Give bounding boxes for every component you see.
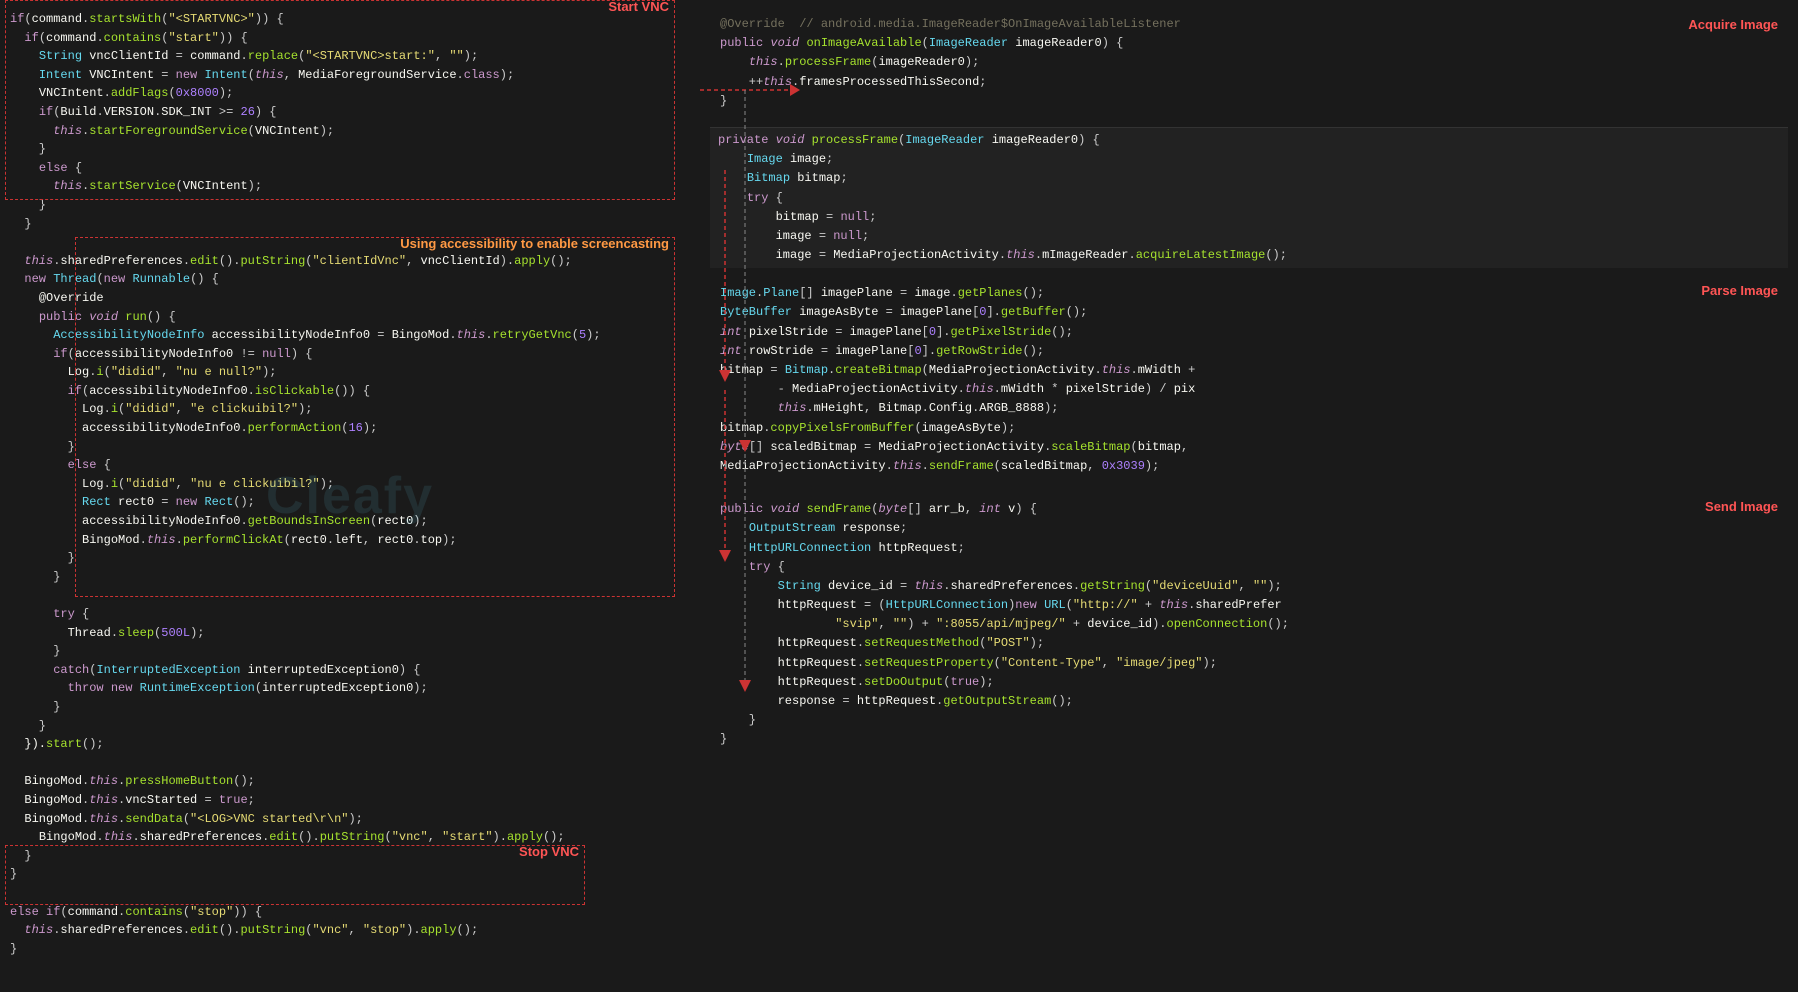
- send-image-label: Send Image: [1705, 497, 1778, 518]
- parse-image-label: Parse Image: [1701, 281, 1778, 302]
- right-code-panel: Acquire Image @Override // android.media…: [700, 0, 1798, 992]
- left-code-panel: Cleafy if(command.startsWith("<STARTVNC>…: [0, 0, 700, 992]
- send-image-code: public void sendFrame(byte[] arr_b, int …: [720, 500, 1778, 749]
- acquire-image-block: Acquire Image @Override // android.media…: [710, 10, 1788, 119]
- acquire-image-label: Acquire Image: [1688, 15, 1778, 36]
- parse-image-block: Parse Image Image.Plane[] imagePlane = i…: [710, 276, 1788, 484]
- parse-image-code: Image.Plane[] imagePlane = image.getPlan…: [720, 284, 1778, 476]
- process-frame-code: private void processFrame(ImageReader im…: [718, 131, 1780, 265]
- acquire-image-code: @Override // android.media.ImageReader$O…: [720, 15, 1778, 111]
- divider1: private void processFrame(ImageReader im…: [710, 127, 1788, 268]
- send-image-block: Send Image public void sendFrame(byte[] …: [710, 492, 1788, 982]
- left-code-block: if(command.startsWith("<STARTVNC>")) { i…: [10, 10, 690, 958]
